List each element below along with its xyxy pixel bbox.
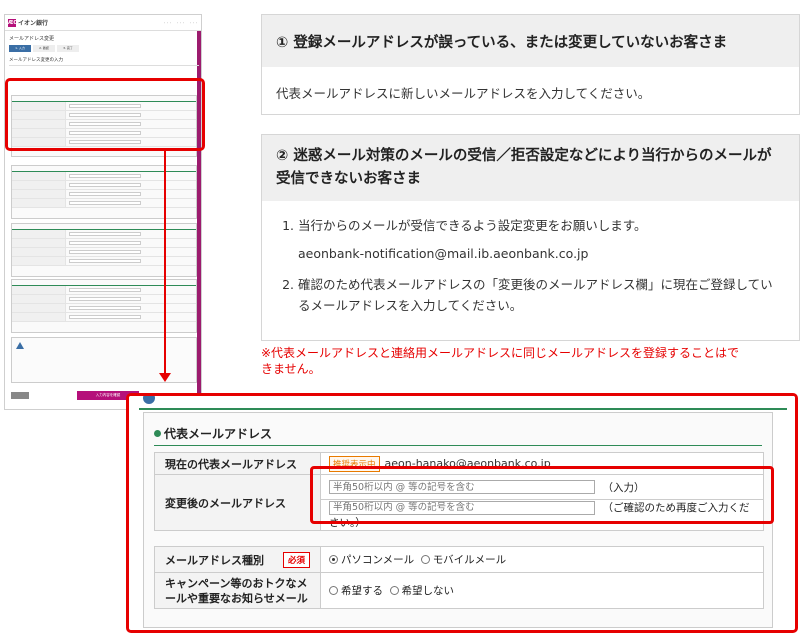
email-type-label: メールアドレス種別 — [165, 553, 264, 567]
radio-pc-mail[interactable] — [329, 555, 338, 564]
thumbnail-nav: ・・・ ・・・ ・・・ — [162, 20, 198, 25]
thumbnail-page-title: メールアドレス変更 — [9, 36, 55, 42]
arrow-down-icon — [159, 373, 171, 382]
radio-promo-no-label[interactable]: 希望しない — [402, 585, 455, 597]
logo-mark: ÆON — [8, 18, 22, 27]
current-email-label: 現在の代表メールアドレス — [154, 452, 321, 475]
form-section-title-text: 代表メールアドレス — [164, 427, 273, 441]
bank-logo: ÆON イオン銀行 — [8, 18, 48, 27]
thumbnail-highlight-frame — [5, 78, 205, 151]
promo-email-options: 希望する 希望しない — [320, 572, 764, 609]
thumbnail-contact-email-box-3 — [11, 279, 197, 333]
form-section-title: 代表メールアドレス — [154, 425, 272, 442]
warning-icon — [16, 342, 24, 349]
case-2-title: ② 迷惑メール対策のメールの受信／拒否設定などにより当行からのメールが受信できな… — [262, 135, 799, 201]
email-type-options: パソコンメール モバイルメール — [320, 546, 764, 573]
promo-email-label: キャンペーン等のおトクなメールや重要なお知らせメール — [154, 572, 321, 609]
email-settings-table: メールアドレス種別 必須 パソコンメール モバイルメール キャンペーン等のおトク… — [154, 546, 764, 609]
input-highlight-frame — [310, 466, 774, 524]
callout-arrow-line — [164, 151, 166, 377]
page-thumbnail: ÆON イオン銀行 ・・・ ・・・ ・・・ メールアドレス変更 1. 入力 2. 確… — [4, 14, 202, 410]
step-icon — [143, 396, 155, 404]
bullet-icon — [154, 430, 161, 437]
divider — [9, 65, 199, 66]
radio-promo-yes[interactable] — [329, 586, 338, 595]
thumbnail-step-3: 3. 完了 — [57, 45, 79, 52]
duplicate-address-warning: ※代表メールアドレスと連絡用メールアドレスに同じメールアドレスを登録することはで… — [261, 346, 740, 376]
divider — [154, 445, 762, 446]
thumbnail-contact-email-box-2 — [11, 223, 197, 277]
case-1-body: 代表メールアドレスに新しいメールアドレスを入力してください。 — [276, 86, 651, 101]
email-type-label-cell: メールアドレス種別 必須 — [154, 546, 321, 573]
new-email-label: 変更後のメールアドレス — [154, 474, 321, 531]
notification-email-address: aeonbank-notification@mail.ib.aeonbank.c… — [298, 246, 589, 261]
thumbnail-section-title: メールアドレス変更の入力 — [9, 58, 63, 63]
thumbnail-header: ÆON イオン銀行 ・・・ ・・・ ・・・ — [5, 15, 201, 31]
case-2-step-1: 当行からのメールが受信できるよう設定変更をお願いします。 — [298, 215, 783, 236]
thumbnail-step-1: 1. 入力 — [9, 45, 31, 52]
radio-pc-mail-label[interactable]: パソコンメール — [341, 554, 414, 566]
radio-promo-no[interactable] — [389, 586, 399, 595]
radio-promo-yes-label[interactable]: 希望する — [341, 585, 383, 597]
radio-mobile-mail-label[interactable]: モバイルメール — [433, 554, 507, 566]
case-2-body: 当行からのメールが受信できるよう設定変更をお願いします。 aeonbank-no… — [262, 201, 799, 330]
thumbnail-contact-email-box-1 — [11, 165, 197, 219]
thumbnail-steps: 1. 入力 2. 確認 3. 完了 — [9, 45, 79, 52]
case-1-panel: ① 登録メールアドレスが誤っている、または変更していないお客さま 代表メールアド… — [261, 14, 800, 115]
case-2-step-2: 確認のため代表メールアドレスの「変更後のメールアドレス欄」に現在ご登録しているメ… — [298, 274, 783, 316]
thumbnail-step-2: 2. 確認 — [33, 45, 55, 52]
bank-name: イオン銀行 — [18, 20, 49, 27]
divider — [139, 408, 787, 410]
case-2-panel: ② 迷惑メール対策のメールの受信／拒否設定などにより当行からのメールが受信できな… — [261, 134, 800, 341]
radio-mobile-mail[interactable] — [420, 555, 430, 564]
thumbnail-back-button[interactable] — [11, 392, 29, 399]
zoom-top-edge — [129, 396, 795, 410]
required-badge: 必須 — [282, 551, 310, 568]
case-1-title: ① 登録メールアドレスが誤っている、または変更していないお客さま — [262, 15, 799, 67]
